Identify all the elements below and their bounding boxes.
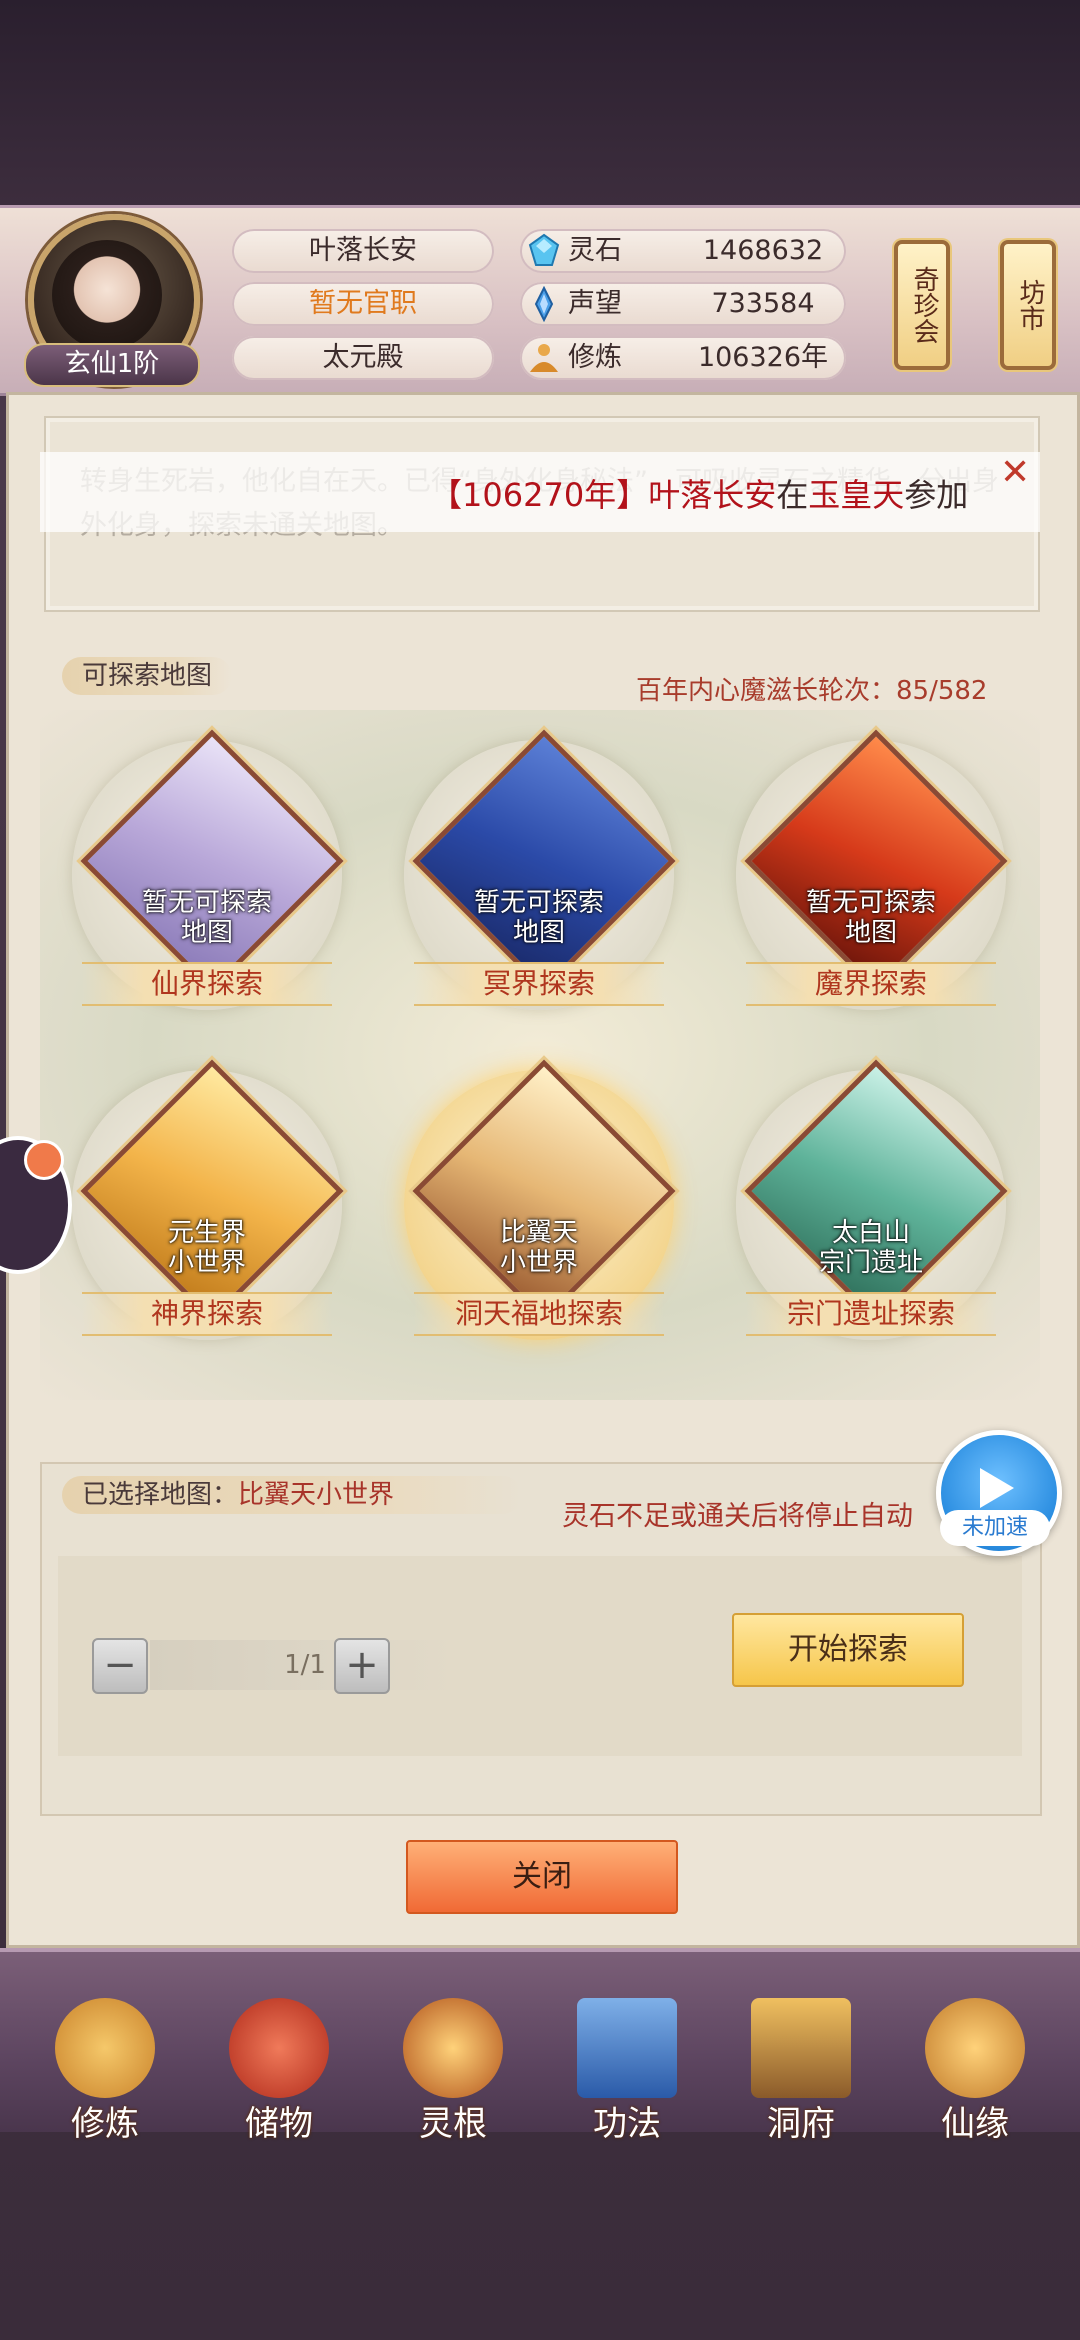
player-name: 叶落长安 [232, 229, 494, 273]
nav-label: 功法 [593, 2104, 661, 2144]
ticker-in: 在 [776, 476, 809, 514]
map-card-immortal[interactable]: 暂无可探索 地图 仙界探索 [62, 729, 352, 1040]
speed-status: 未加速 [940, 1510, 1050, 1546]
nav-techniques[interactable]: 功法 [552, 1978, 702, 2148]
resource-value: 106326年 [697, 342, 829, 373]
map-status: 比翼天 小世界 [394, 1218, 684, 1278]
avatar-portrait [52, 240, 162, 350]
map-title: 魔界探索 [746, 962, 996, 1006]
explore-section-title: 可探索地图 [62, 657, 233, 695]
prestige-icon [534, 286, 554, 322]
treasure-fair-button[interactable]: 奇珍会 [894, 240, 950, 370]
selected-map-header: 已选择地图：比翼天小世界 [62, 1476, 522, 1514]
map-status-line: 地图 [512, 918, 565, 948]
close-icon[interactable]: ✕ [1000, 452, 1030, 493]
map-status-line: 元生界 [167, 1218, 246, 1248]
map-status-line: 小世界 [167, 1248, 246, 1278]
nav-cultivate[interactable]: 修炼 [30, 1978, 180, 2148]
map-status: 暂无可探索 地图 [726, 888, 1016, 948]
map-card-sect-ruins[interactable]: 太白山 宗门遗址 宗门遗址探索 [726, 1059, 1016, 1370]
map-title: 仙界探索 [82, 962, 332, 1006]
cave-residence-icon [751, 1998, 851, 2098]
resource-spirit-stone: 灵石 1468632 [520, 229, 846, 273]
map-status-line: 地图 [844, 918, 897, 948]
ticker-year: 106270年 [462, 476, 617, 514]
selected-map-name: 比翼天小世界 [238, 1480, 395, 1510]
official-rank: 暂无官职 [232, 282, 494, 326]
nav-label: 储物 [245, 2104, 313, 2144]
resource-label: 灵石 [568, 235, 622, 266]
decrement-button[interactable]: − [92, 1638, 148, 1694]
meditation-icon [55, 1998, 155, 2098]
map-card-paradise[interactable]: 比翼天 小世界 洞天福地探索 [394, 1059, 684, 1370]
nav-label: 洞府 [767, 2104, 835, 2144]
auto-stop-note: 灵石不足或通关后将停止自动 [562, 1501, 913, 1532]
map-status-line: 暂无可探索 [805, 888, 936, 918]
map-status-line: 地图 [180, 918, 233, 948]
map-title: 洞天福地探索 [414, 1292, 664, 1336]
map-title: 宗门遗址探索 [746, 1292, 996, 1336]
spirit-root-icon [403, 1998, 503, 2098]
nav-label: 仙缘 [941, 2104, 1009, 2144]
ticker-bracket-open: 【 [430, 476, 463, 514]
map-status-line: 太白山 [831, 1218, 910, 1248]
ticker-place: 玉皇天 [808, 476, 905, 514]
sect-hall: 太元殿 [232, 336, 494, 380]
map-status-line: 宗门遗址 [818, 1248, 923, 1278]
ticker-message: 【106270年】叶落长安在玉皇天参加 [430, 470, 968, 516]
map-status-line: 比翼天 [499, 1218, 578, 1248]
map-title: 神界探索 [82, 1292, 332, 1336]
ticker-action: 参加 [904, 476, 969, 514]
nav-cave[interactable]: 洞府 [726, 1978, 876, 2148]
resource-prestige: 声望 733584 [520, 282, 846, 326]
spirit-stone-icon [528, 233, 560, 266]
start-explore-button[interactable]: 开始探索 [732, 1613, 964, 1687]
nav-label: 修炼 [71, 2104, 139, 2144]
resource-value: 733584 [711, 288, 815, 319]
scripture-book-icon [577, 1998, 677, 2098]
map-card-demon[interactable]: 暂无可探索 地图 魔界探索 [726, 729, 1016, 1040]
play-icon [980, 1468, 1014, 1508]
increment-button[interactable]: + [334, 1638, 390, 1694]
nav-storage[interactable]: 储物 [204, 1978, 354, 2148]
nav-label: 灵根 [419, 2104, 487, 2144]
close-button[interactable]: 关闭 [406, 1840, 678, 1914]
map-status: 太白山 宗门遗址 [726, 1218, 1016, 1278]
map-status-line: 暂无可探索 [473, 888, 604, 918]
storage-bag-icon [229, 1998, 329, 2098]
demon-round-counter: 百年内心魔滋长轮次：85/582 [636, 676, 988, 706]
ticker-bracket-close: 】 [616, 476, 649, 514]
nav-fortune[interactable]: 仙缘 [900, 1978, 1050, 2148]
realm-badge: 玄仙1阶 [24, 343, 200, 387]
map-status: 暂无可探索 地图 [394, 888, 684, 948]
resource-value: 1468632 [702, 235, 824, 266]
nav-spirit-root[interactable]: 灵根 [378, 1978, 528, 2148]
map-status-line: 小世界 [499, 1248, 578, 1278]
map-card-divine[interactable]: 元生界 小世界 神界探索 [62, 1059, 352, 1370]
resource-label: 声望 [568, 288, 622, 319]
map-card-netherworld[interactable]: 暂无可探索 地图 冥界探索 [394, 729, 684, 1040]
map-status: 暂无可探索 地图 [62, 888, 352, 948]
quantity-value: 1/1 [150, 1640, 460, 1690]
selected-map-label: 已选择地图： [82, 1480, 239, 1510]
notification-dot [24, 1140, 64, 1180]
cultivation-icon [530, 344, 558, 372]
ticker-player: 叶落长安 [648, 476, 777, 514]
map-status-line: 暂无可探索 [141, 888, 272, 918]
map-status: 元生界 小世界 [62, 1218, 352, 1278]
map-title: 冥界探索 [414, 962, 664, 1006]
gourd-icon [925, 1998, 1025, 2098]
resource-label: 修炼 [568, 342, 622, 373]
market-button[interactable]: 坊市 [1000, 240, 1056, 370]
resource-cultivation: 修炼 106326年 [520, 336, 846, 380]
